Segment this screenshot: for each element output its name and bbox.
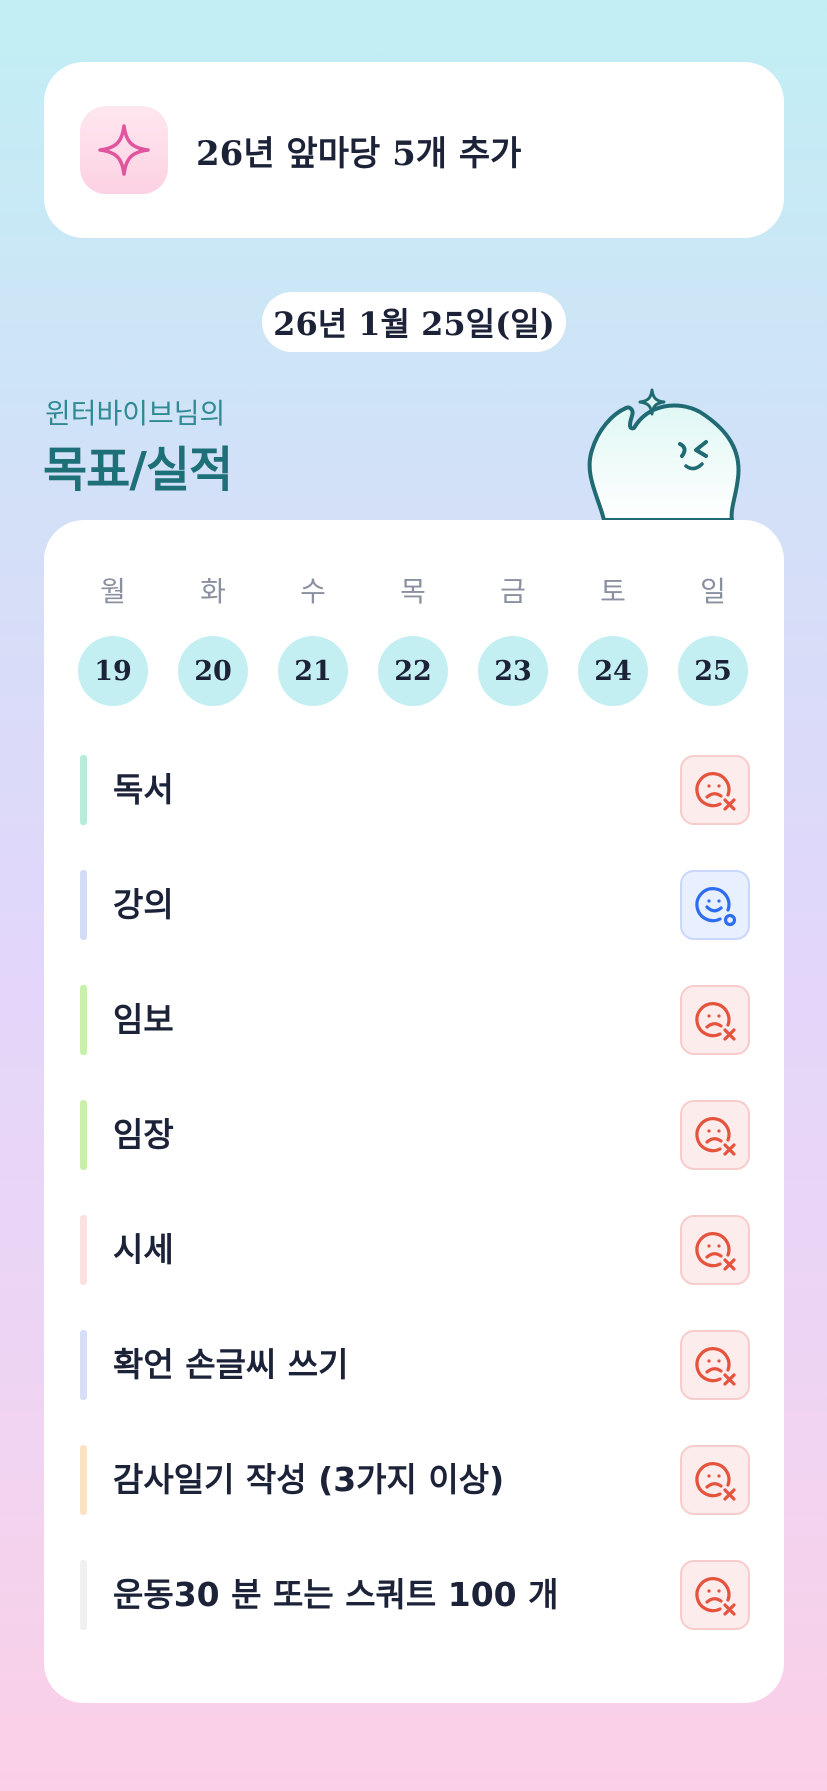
goal-progress-panel: 월 화 수 목 금 토 일 19 20 21 22 23 24 25 독서 강의 xyxy=(44,520,784,1703)
date-button[interactable]: 19 xyxy=(78,636,148,706)
date-button[interactable]: 23 xyxy=(478,636,548,706)
task-row: 강의 xyxy=(80,870,750,985)
task-status-button[interactable] xyxy=(680,1330,750,1400)
task-status-button[interactable] xyxy=(680,755,750,825)
task-list: 독서 강의 임보 임장 시세 확언 손글씨 쓰기 감사일기 작성 (3가지 이상… xyxy=(80,755,750,1675)
smile-icon xyxy=(695,887,737,927)
weekday-label: 금 xyxy=(500,575,526,608)
date-button[interactable]: 21 xyxy=(278,636,348,706)
task-label: 확언 손글씨 쓰기 xyxy=(113,1345,349,1384)
weekday-label: 화 xyxy=(200,575,226,608)
date-selector: 19 20 21 22 23 24 25 xyxy=(78,636,748,706)
task-row: 임보 xyxy=(80,985,750,1100)
goal-card[interactable]: 26년 앞마당 5개 추가 xyxy=(44,62,784,238)
sad-face-x-icon xyxy=(695,772,736,811)
task-label: 강의 xyxy=(113,885,174,924)
task-status-button[interactable] xyxy=(680,1445,750,1515)
task-label: 임장 xyxy=(113,1115,174,1154)
sad-face-x-icon xyxy=(695,1002,736,1041)
weekday-header: 월 화 수 목 금 토 일 xyxy=(78,570,748,610)
task-status-button[interactable] xyxy=(680,1215,750,1285)
task-row: 임장 xyxy=(80,1100,750,1215)
task-row: 독서 xyxy=(80,755,750,870)
task-label: 운동30 분 또는 스쿼트 100 개 xyxy=(113,1575,559,1614)
task-label: 감사일기 작성 (3가지 이상) xyxy=(113,1460,505,1499)
task-color-bar xyxy=(80,870,87,940)
task-color-bar xyxy=(80,1560,87,1630)
sad-face-x-icon xyxy=(695,1462,736,1501)
weekday-label: 목 xyxy=(400,575,426,608)
user-subtitle: 윈터바이브님의 xyxy=(45,397,226,430)
goal-text: 26년 앞마당 5개 추가 xyxy=(196,133,522,174)
task-color-bar xyxy=(80,1215,87,1285)
task-color-bar xyxy=(80,1445,87,1515)
task-row: 운동30 분 또는 스쿼트 100 개 xyxy=(80,1560,750,1675)
task-color-bar xyxy=(80,1330,87,1400)
task-row: 확언 손글씨 쓰기 xyxy=(80,1330,750,1445)
date-button[interactable]: 20 xyxy=(178,636,248,706)
weekday-label: 수 xyxy=(300,575,326,608)
sad-face-x-icon xyxy=(695,1577,736,1616)
weekday-label: 일 xyxy=(700,575,726,608)
weekday-label: 월 xyxy=(100,575,126,608)
current-date-pill[interactable]: 26년 1월 25일(일) xyxy=(262,292,566,352)
date-button[interactable]: 22 xyxy=(378,636,448,706)
task-status-button[interactable] xyxy=(680,1100,750,1170)
task-status-button[interactable] xyxy=(680,1560,750,1630)
task-color-bar xyxy=(80,985,87,1055)
task-row: 감사일기 작성 (3가지 이상) xyxy=(80,1445,750,1560)
task-color-bar xyxy=(80,1100,87,1170)
ghost-mascot-icon xyxy=(587,388,741,520)
page-title: 목표/실적 xyxy=(43,442,233,498)
date-button[interactable]: 25 xyxy=(678,636,748,706)
task-label: 임보 xyxy=(113,1000,174,1039)
sad-face-x-icon xyxy=(695,1232,736,1271)
sad-face-x-icon xyxy=(695,1347,736,1386)
task-label: 시세 xyxy=(113,1230,174,1269)
task-row: 시세 xyxy=(80,1215,750,1330)
sad-face-x-icon xyxy=(695,1117,736,1156)
task-color-bar xyxy=(80,755,87,825)
date-button[interactable]: 24 xyxy=(578,636,648,706)
task-label: 독서 xyxy=(113,770,174,809)
task-status-button[interactable] xyxy=(680,985,750,1055)
sparkle-icon xyxy=(80,106,168,194)
task-status-button[interactable] xyxy=(680,870,750,940)
weekday-label: 토 xyxy=(600,575,626,608)
